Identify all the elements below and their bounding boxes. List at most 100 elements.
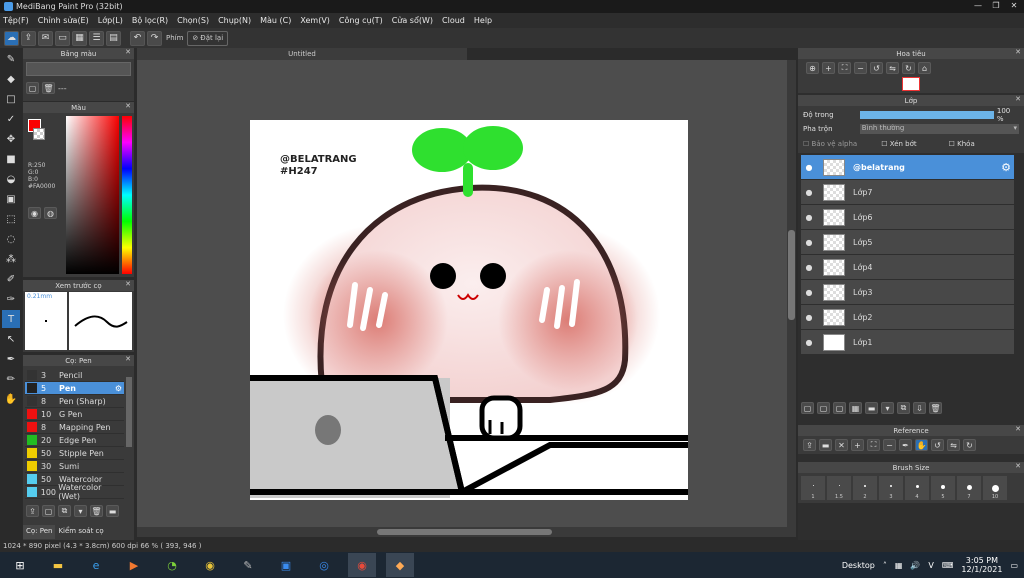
layer-row[interactable]: ● Lớp5 <box>801 230 1014 255</box>
visibility-icon[interactable]: ● <box>801 263 817 272</box>
canvas-area[interactable]: @BELATRANG #H247 <box>137 60 796 537</box>
new-layer-8bit-icon[interactable]: ▢ <box>817 402 830 414</box>
redo-icon[interactable]: ↷ <box>147 30 162 46</box>
file-explorer-icon[interactable]: ▬ <box>44 553 72 577</box>
text-tool-icon[interactable]: T <box>2 310 20 328</box>
minimize-button[interactable]: — <box>970 0 986 11</box>
brush-item[interactable]: 5 Pen ⚙ <box>25 382 124 395</box>
layout-icon[interactable]: ▤ <box>106 30 121 46</box>
brush-item[interactable]: 100 Watercolor (Wet) <box>25 483 124 501</box>
panel-close-icon[interactable]: ✕ <box>125 280 131 288</box>
select-eraser-tool-icon[interactable]: ✑ <box>2 290 20 308</box>
brush-size-option[interactable]: 5 <box>931 476 955 500</box>
chevron-up-icon[interactable]: ˄ <box>883 561 887 570</box>
visibility-icon[interactable]: ● <box>801 313 817 322</box>
clipping-checkbox[interactable]: ☐ Xén bớt <box>881 140 916 148</box>
notification-icon[interactable]: ▭ <box>1010 561 1018 570</box>
menu-edit[interactable]: Chỉnh sửa(E) <box>38 16 89 25</box>
fit-screen-icon[interactable]: ⛶ <box>838 62 851 74</box>
menu-file[interactable]: Tệp(F) <box>3 16 29 25</box>
close-icon[interactable]: ✕ <box>835 439 848 451</box>
duplicate-layer-icon[interactable]: ⧉ <box>897 402 910 414</box>
palette-select[interactable] <box>26 62 131 76</box>
brush-folder-icon[interactable]: ▬ <box>106 505 119 517</box>
new-layer-1bit-icon[interactable]: ▢ <box>833 402 846 414</box>
panel-close-icon[interactable]: ✕ <box>125 355 131 363</box>
rotate-left-icon[interactable]: ↺ <box>931 439 944 451</box>
language-indicator[interactable]: V <box>928 561 933 570</box>
pen-tool-icon[interactable]: ✏ <box>2 370 20 388</box>
brush-item[interactable]: 3 Pencil <box>25 369 124 382</box>
brush-tool-icon[interactable]: ✎ <box>2 50 20 68</box>
zoom-out-icon[interactable]: − <box>854 62 867 74</box>
vertical-scrollbar[interactable] <box>787 60 796 537</box>
protect-alpha-checkbox[interactable]: ☐ Bảo vệ alpha <box>803 140 857 148</box>
brush-item[interactable]: 20 Edge Pen <box>25 434 124 447</box>
visibility-icon[interactable]: ● <box>801 338 817 347</box>
add-brush-icon[interactable]: ⇪ <box>26 505 39 517</box>
layer-row[interactable]: ● Lớp7 <box>801 180 1014 205</box>
fit-screen-icon[interactable]: ⛶ <box>867 439 880 451</box>
green-app-icon[interactable]: ◔ <box>158 553 186 577</box>
flip-icon[interactable]: ⇋ <box>947 439 960 451</box>
desktop-label[interactable]: Desktop <box>842 561 875 570</box>
rotate-left-icon[interactable]: ↺ <box>870 62 883 74</box>
media-player-icon[interactable]: ▶ <box>120 553 148 577</box>
artwork-canvas[interactable]: @BELATRANG #H247 <box>250 120 688 500</box>
color-mode-icon[interactable]: ◍ <box>44 207 57 219</box>
internet-explorer-icon[interactable]: e <box>82 553 110 577</box>
brush-size-option[interactable]: 4 <box>905 476 929 500</box>
lasso-tool-icon[interactable]: ◌ <box>2 230 20 248</box>
zoom-in-icon[interactable]: + <box>851 439 864 451</box>
reset-button[interactable]: ⊘ Đặt lại <box>187 30 229 46</box>
menu-help[interactable]: Help <box>474 16 492 25</box>
cloud-icon[interactable]: ☁ <box>4 30 19 46</box>
hue-slider[interactable] <box>122 116 132 274</box>
windows-start-icon[interactable]: ⊞ <box>6 553 34 577</box>
layer-row[interactable]: ● Lớp6 <box>801 205 1014 230</box>
delete-palette-icon[interactable]: 🗑 <box>42 82 55 94</box>
chrome-icon[interactable]: ◉ <box>196 553 224 577</box>
chrome-window-icon[interactable]: ◉ <box>348 553 376 577</box>
horizontal-scrollbar[interactable] <box>137 527 787 537</box>
gradient-tool-icon[interactable]: ▣ <box>2 190 20 208</box>
menu-tools[interactable]: Công cụ(T) <box>339 16 383 25</box>
upload-icon[interactable]: ⇪ <box>21 30 36 46</box>
menu-select[interactable]: Chọn(S) <box>177 16 209 25</box>
menu-color[interactable]: Màu (C) <box>260 16 291 25</box>
delete-layer-icon[interactable]: 🗑 <box>929 402 942 414</box>
secondary-color-swatch[interactable] <box>33 128 45 140</box>
rotate-right-icon[interactable]: ↻ <box>963 439 976 451</box>
navigator-preview[interactable] <box>798 77 1024 93</box>
saturation-picker[interactable] <box>66 116 119 274</box>
brush-list-scrollbar[interactable] <box>126 377 132 447</box>
lock-checkbox[interactable]: ☐ Khóa <box>949 140 975 148</box>
magic-wand-tool-icon[interactable]: ⁂ <box>2 250 20 268</box>
move-down-icon[interactable]: ▾ <box>881 402 894 414</box>
fill-rect-tool-icon[interactable]: ■ <box>2 150 20 168</box>
blend-select[interactable]: Bình thường ▾ <box>859 123 1019 134</box>
tab-brush[interactable]: Cọ: Pen <box>23 525 56 539</box>
medibang-icon[interactable]: ◆ <box>386 553 414 577</box>
rotate-right-icon[interactable]: ↻ <box>902 62 915 74</box>
panel-close-icon[interactable]: ✕ <box>1015 48 1021 56</box>
comment-icon[interactable]: ✉ <box>38 30 53 46</box>
flip-icon[interactable]: ⇋ <box>886 62 899 74</box>
bucket-tool-icon[interactable]: ◒ <box>2 170 20 188</box>
menu-snap[interactable]: Chụp(N) <box>218 16 251 25</box>
visibility-icon[interactable]: ● <box>801 188 817 197</box>
brush-size-option[interactable]: 1.5 <box>827 476 851 500</box>
new-layer-icon[interactable]: ▢ <box>801 402 814 414</box>
menu-cloud[interactable]: Cloud <box>442 16 465 25</box>
tab-brush-control[interactable]: Kiểm soát cọ <box>55 525 106 539</box>
brush-item[interactable]: 30 Sumi <box>25 460 124 473</box>
grid-icon[interactable]: ▦ <box>72 30 87 46</box>
menu-view[interactable]: Xem(V) <box>300 16 330 25</box>
dot-tool-icon[interactable]: ✓ <box>2 110 20 128</box>
panel-close-icon[interactable]: ✕ <box>125 102 131 110</box>
layer-row[interactable]: ● Lớp2 <box>801 305 1014 330</box>
eyedropper-tool-icon[interactable]: ✒ <box>2 350 20 368</box>
gear-icon[interactable]: ⚙ <box>1001 161 1011 174</box>
new-brush-icon[interactable]: ▢ <box>42 505 55 517</box>
opacity-slider[interactable] <box>859 110 994 119</box>
